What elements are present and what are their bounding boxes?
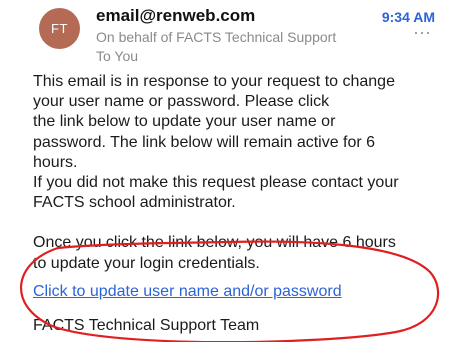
update-credentials-link[interactable]: Click to update user name and/or passwor… [33,283,342,301]
body-line: password. The link below will remain act… [33,133,376,151]
body-line: your user name or password. Please click [33,93,330,111]
body-line: FACTS school administrator. [33,194,236,212]
email-header: FT email@renweb.com 9:34 AM On behalf of… [0,0,449,70]
body-line: to update your login credentials. [33,254,260,272]
body-line: the link below to update your user name … [33,113,336,131]
body-line: Once you click the link below, you will … [33,234,396,252]
body-line: If you did not make this request please … [33,174,399,192]
signature: FACTS Technical Support Team [33,317,260,334]
body-line: hours. [33,153,78,171]
ellipsis-icon[interactable]: ⋯ [413,24,432,42]
email-body: This email is in response to your reques… [33,72,443,274]
body-line: This email is in response to your reques… [33,73,395,90]
avatar[interactable]: FT [39,8,80,49]
recipient-line[interactable]: To You [96,48,138,64]
sender-address[interactable]: email@renweb.com [96,6,255,26]
on-behalf-line: On behalf of FACTS Technical Support [96,29,337,45]
